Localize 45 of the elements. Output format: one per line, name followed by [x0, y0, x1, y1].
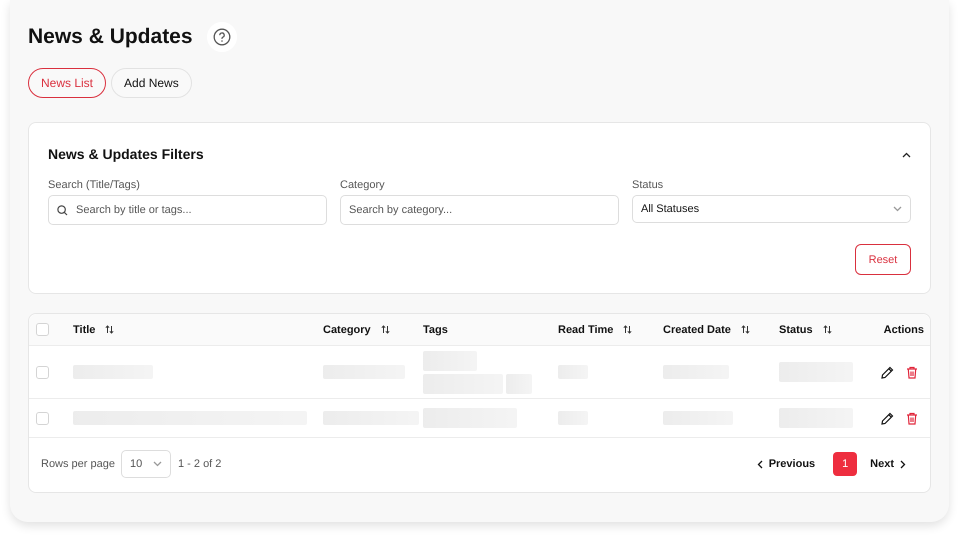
search-field[interactable]: Search by title or tags... [48, 195, 327, 225]
chevron-left-icon [756, 460, 763, 468]
next-button[interactable]: Next [870, 458, 906, 470]
category-field[interactable]: Search by category... [340, 195, 619, 225]
row-checkbox[interactable] [36, 412, 49, 424]
chevron-up-icon [902, 152, 911, 158]
chevron-right-icon [900, 460, 906, 468]
tab[interactable]: Add News [111, 68, 192, 98]
field-label: Category [340, 179, 386, 191]
chevron-down-icon [893, 206, 902, 212]
rows-per-page-label: Rows per page [41, 458, 115, 470]
delete-icon[interactable] [906, 366, 918, 378]
status-dropdown[interactable]: All Statuses [632, 195, 911, 223]
page-button[interactable]: 1 [833, 452, 858, 476]
column-header: Title [73, 324, 96, 336]
column-header: Actions [884, 324, 924, 336]
sort-icon[interactable] [380, 325, 390, 334]
sort-icon[interactable] [105, 325, 114, 334]
field-label: Search (Title/Tags) [48, 179, 141, 191]
row-checkbox[interactable] [36, 366, 49, 378]
previous-button[interactable]: Previous [756, 458, 816, 470]
edit-icon[interactable] [881, 412, 894, 424]
help-icon[interactable] [206, 22, 237, 52]
search-icon [57, 204, 68, 216]
tab[interactable]: News List [28, 68, 106, 98]
panel-title: News & Updates Filters [48, 146, 204, 162]
page-title: News & Updates [28, 25, 193, 49]
column-header: Status [779, 324, 813, 336]
sort-icon[interactable] [740, 325, 750, 334]
range-text: 1 - 2 of 2 [178, 458, 222, 470]
column-header: Category [323, 324, 371, 336]
edit-icon[interactable] [881, 366, 894, 378]
column-header: Created Date [663, 324, 731, 336]
select-all-checkbox[interactable] [36, 323, 49, 336]
reset-button[interactable]: Reset [855, 244, 911, 275]
category-input[interactable]: Search by category... [349, 204, 610, 216]
page-size-dropdown[interactable]: 10 [121, 450, 171, 478]
sort-icon[interactable] [623, 325, 632, 334]
column-header: Tags [423, 324, 448, 336]
chevron-down-icon [153, 461, 162, 467]
column-header: Read Time [558, 324, 614, 336]
search-input[interactable]: Search by title or tags... [76, 204, 318, 216]
delete-icon[interactable] [906, 412, 918, 424]
field-label: Status [632, 179, 664, 191]
sort-icon[interactable] [822, 325, 832, 334]
